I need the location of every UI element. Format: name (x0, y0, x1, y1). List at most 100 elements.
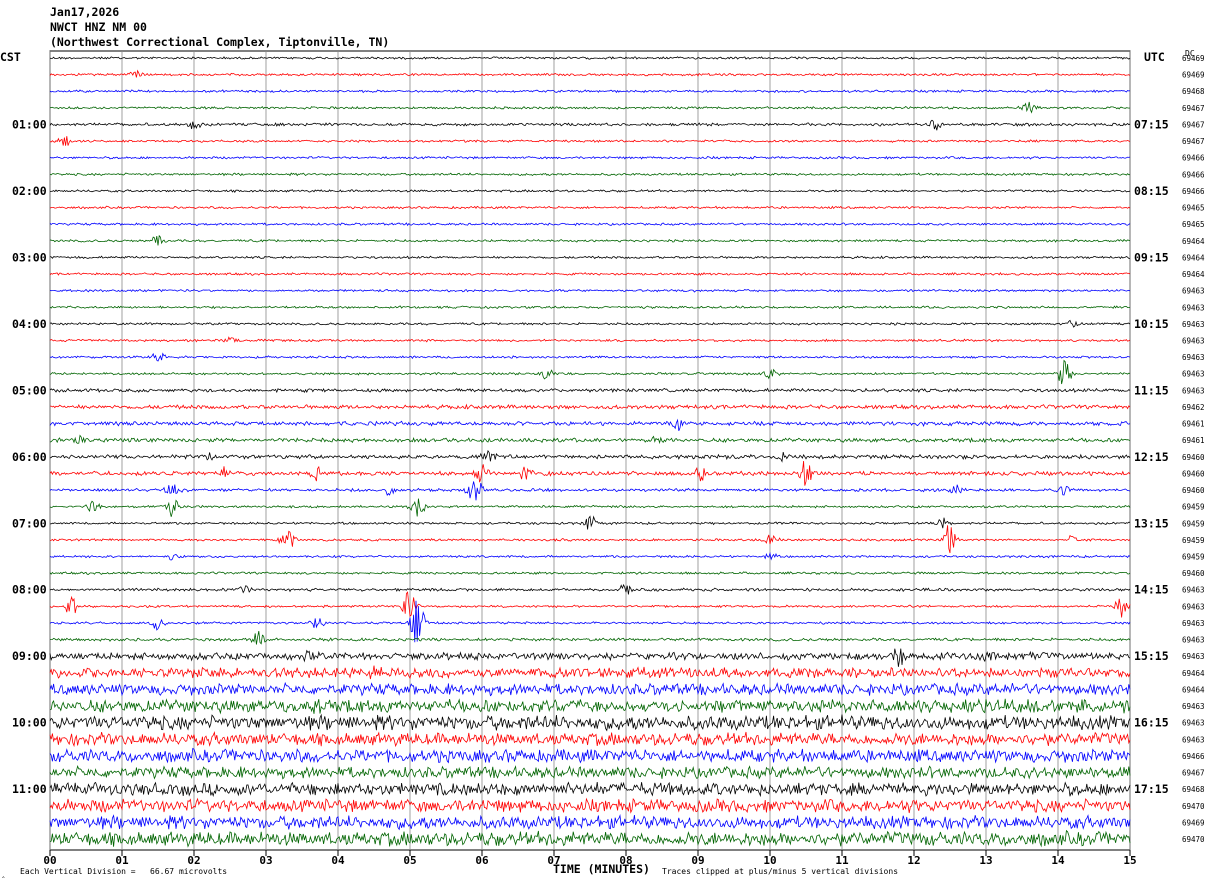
trace-row-43 (49, 764, 1131, 780)
dc-offset-label: 69463 (1182, 619, 1205, 628)
dc-offset-label: 69467 (1182, 137, 1205, 146)
dc-label: DC (1185, 49, 1195, 58)
dc-offset-label: 69463 (1182, 287, 1205, 296)
x-tick-label: 09 (691, 854, 704, 867)
footer-scale-note: Each Vertical Division = 66.67 microvolt… (20, 867, 228, 876)
left-hour-label: 02:00 (12, 184, 47, 198)
x-tick-label: 10 (763, 854, 776, 867)
x-axis-label: TIME (MINUTES) (553, 862, 650, 876)
right-hour-label: 16:15 (1134, 716, 1169, 730)
trace-row-15 (49, 305, 1130, 310)
seismic-traces (49, 56, 1131, 848)
trace-row-33 (49, 591, 1131, 618)
dc-offset-label: 69463 (1182, 636, 1205, 645)
left-hour-label: 10:00 (12, 716, 47, 730)
trace-row-35 (50, 631, 1131, 645)
trace-row-46 (49, 814, 1131, 831)
dc-offset-label: 69465 (1182, 204, 1205, 213)
trace-row-30 (49, 551, 1131, 561)
footer-clip-note: Traces clipped at plus/minus 5 vertical … (662, 867, 899, 876)
trace-row-21 (50, 403, 1131, 410)
x-tick-label: 02 (187, 854, 200, 867)
trace-row-28 (50, 515, 1131, 530)
trace-row-4 (49, 119, 1131, 131)
right-hour-label: 13:15 (1134, 516, 1169, 530)
trace-row-19 (49, 359, 1131, 385)
left-hour-label: 06:00 (12, 450, 47, 464)
axis-labels: 00 01 02 03 04 05 06 07 08 09 10 11 12 13 14 1569469694… (12, 54, 1205, 867)
trace-row-22 (49, 418, 1131, 431)
dc-offset-label: 69463 (1182, 370, 1205, 379)
right-hour-label: 14:15 (1134, 583, 1169, 597)
dc-offset-label: 69459 (1182, 503, 1205, 512)
right-hour-label: 12:15 (1134, 450, 1169, 464)
dc-offset-label: 69461 (1182, 420, 1205, 429)
dc-offset-label: 69463 (1182, 353, 1205, 362)
left-hour-label: 01:00 (12, 117, 47, 131)
left-hour-label: 03:00 (12, 250, 47, 264)
trace-row-36 (49, 648, 1131, 667)
dc-offset-label: 69460 (1182, 486, 1205, 495)
dc-offset-label: 69466 (1182, 154, 1205, 163)
dc-offset-label: 69463 (1182, 320, 1205, 329)
trace-row-9 (49, 205, 1131, 210)
right-hour-label: 10:15 (1134, 317, 1169, 331)
corner-mark: ‸ (2, 869, 5, 878)
dc-offset-label: 69464 (1182, 270, 1205, 279)
right-timezone-label: UTC (1144, 50, 1165, 64)
dc-offset-label: 69460 (1182, 453, 1205, 462)
dc-offset-label: 69461 (1182, 436, 1205, 445)
left-hour-label: 04:00 (12, 317, 47, 331)
x-tick-label: 15 (1123, 854, 1136, 867)
dc-offset-label: 69467 (1182, 104, 1205, 113)
trace-row-37 (49, 665, 1131, 680)
right-hour-label: 07:15 (1134, 117, 1169, 131)
trace-row-13 (49, 272, 1131, 276)
trace-row-0 (49, 56, 1131, 60)
x-tick-label: 14 (1051, 854, 1065, 867)
dc-offset-label: 69460 (1182, 469, 1205, 478)
x-tick-label: 00 (43, 854, 56, 867)
left-hour-label: 07:00 (12, 516, 47, 530)
dc-offset-label: 69462 (1182, 403, 1205, 412)
trace-row-20 (49, 387, 1131, 394)
dc-offset-label: 69466 (1182, 187, 1205, 196)
dc-offset-label: 69470 (1182, 802, 1205, 811)
right-hour-label: 11:15 (1134, 383, 1169, 397)
dc-offset-label: 69463 (1182, 303, 1205, 312)
trace-row-25 (49, 460, 1131, 486)
x-tick-label: 06 (475, 854, 489, 867)
header-date: Jan17,2026 (50, 5, 120, 19)
right-hour-label: 09:15 (1134, 250, 1169, 264)
trace-row-47 (49, 829, 1131, 848)
x-tick-label: 01 (115, 854, 129, 867)
x-tick-label: 11 (835, 854, 849, 867)
dc-offset-label: 69463 (1182, 702, 1205, 711)
trace-row-44 (49, 781, 1131, 798)
trace-row-41 (49, 731, 1131, 748)
trace-row-32 (49, 583, 1131, 595)
left-hour-label: 11:00 (12, 782, 47, 796)
trace-row-16 (49, 319, 1131, 328)
dc-offset-label: 69463 (1182, 336, 1205, 345)
dc-offset-label: 69467 (1182, 120, 1205, 129)
dc-offset-label: 69470 (1182, 835, 1205, 844)
dc-offset-label: 69464 (1182, 669, 1205, 678)
x-tick-label: 12 (907, 854, 920, 867)
dc-offset-label: 69469 (1182, 818, 1205, 827)
trace-row-12 (49, 255, 1131, 260)
dc-offset-label: 69463 (1182, 602, 1205, 611)
right-hour-label: 17:15 (1134, 782, 1169, 796)
trace-row-38 (49, 681, 1131, 697)
dc-offset-label: 69463 (1182, 586, 1205, 595)
dc-offset-label: 69459 (1182, 553, 1205, 562)
trace-row-6 (49, 155, 1131, 160)
trace-row-3 (49, 101, 1131, 114)
dc-offset-label: 69466 (1182, 752, 1205, 761)
trace-row-45 (49, 797, 1131, 814)
x-tick-label: 04 (331, 854, 345, 867)
left-hour-label: 09:00 (12, 649, 47, 663)
trace-row-29 (49, 525, 1131, 554)
trace-row-2 (49, 89, 1131, 94)
dc-offset-label: 69459 (1182, 536, 1205, 545)
